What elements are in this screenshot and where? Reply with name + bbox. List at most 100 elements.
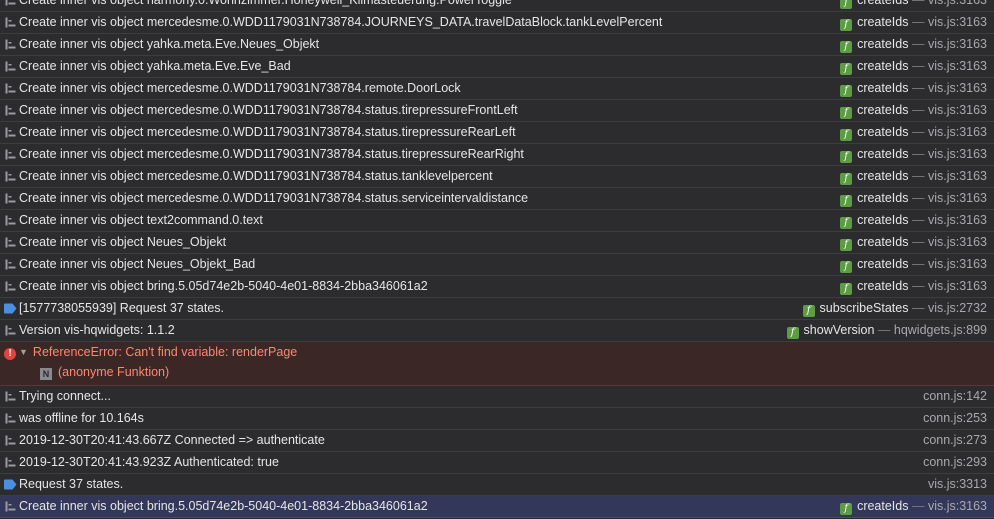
console-log-row[interactable]: Create inner vis object mercedesme.0.WDD…: [0, 144, 994, 166]
console-row-content: Create inner vis object mercedesme.0.WDD…: [0, 166, 994, 187]
log-source[interactable]: f createIds — vis.js:3163: [840, 0, 987, 11]
log-source[interactable]: conn.js:293: [923, 452, 987, 473]
console-log-row[interactable]: Create inner vis object mercedesme.0.WDD…: [0, 122, 994, 144]
console-log-row[interactable]: Version vis-hqwidgets: 1.1.2 f showVersion…: [0, 320, 994, 342]
console-row-content: [1577738055939] Request 37 states. f subsc…: [0, 298, 994, 319]
info-flag-icon: [3, 298, 17, 319]
console-log-row[interactable]: Create inner vis object mercedesme.0.WDD…: [0, 100, 994, 122]
console-log-row[interactable]: 2019-12-30T20:41:43.667Z Connected => au…: [0, 430, 994, 452]
source-link[interactable]: vis.js:3163: [928, 147, 987, 161]
info-flag-icon: [3, 474, 17, 495]
source-link[interactable]: conn.js:253: [923, 411, 987, 425]
log-source[interactable]: f createIds — vis.js:3163: [840, 210, 987, 231]
console-row-content: Create inner vis object mercedesme.0.WDD…: [0, 78, 994, 99]
error-message[interactable]: ▼ ReferenceError: Can't find variable: re…: [19, 342, 297, 363]
console-log-row[interactable]: Create inner vis object Neues_Objekt f cre…: [0, 232, 994, 254]
source-link[interactable]: hqwidgets.js:899: [894, 323, 987, 337]
function-name: createIds: [857, 125, 909, 139]
log-entry-icon: [5, 0, 16, 6]
console-log-row[interactable]: Create inner vis object Neues_Objekt_Bad…: [0, 254, 994, 276]
log-source[interactable]: f createIds — vis.js:3163: [840, 496, 987, 517]
console-log-row[interactable]: Create inner vis object yahka.meta.Eve.N…: [0, 34, 994, 56]
source-link[interactable]: vis.js:3163: [928, 191, 987, 205]
log-source[interactable]: f createIds — vis.js:3163: [840, 166, 987, 187]
console-log-row[interactable]: Create inner vis object harmony.0.Wohnzi…: [0, 0, 994, 12]
log-source[interactable]: f createIds — vis.js:3163: [840, 12, 987, 33]
console-log-row[interactable]: Create inner vis object mercedesme.0.WDD…: [0, 78, 994, 100]
console-log-row[interactable]: Create inner vis object bring.5.05d74e2b…: [0, 496, 994, 518]
console-log-row[interactable]: Create inner vis object text2command.0.t…: [0, 210, 994, 232]
log-entry-icon: [5, 259, 16, 270]
source-separator: —: [874, 323, 894, 337]
source-link[interactable]: vis.js:3163: [928, 257, 987, 271]
stack-frame[interactable]: N (anonyme Funktion): [40, 362, 169, 383]
log-source[interactable]: f createIds — vis.js:3163: [840, 144, 987, 165]
log-source[interactable]: f createIds — vis.js:3163: [840, 254, 987, 275]
source-link[interactable]: conn.js:142: [923, 389, 987, 403]
log-source[interactable]: f showVersion — hqwidgets.js:899: [786, 320, 987, 341]
source-link[interactable]: vis.js:3163: [928, 37, 987, 51]
source-link[interactable]: vis.js:3163: [928, 499, 987, 513]
source-link[interactable]: vis.js:3163: [928, 81, 987, 95]
source-link[interactable]: vis.js:3313: [928, 477, 987, 491]
source-separator: —: [908, 0, 928, 7]
source-link[interactable]: conn.js:293: [923, 455, 987, 469]
log-entry-icon: [5, 193, 16, 204]
log-message: Create inner vis object yahka.meta.Eve.E…: [19, 59, 291, 73]
log-entry-icon: [5, 171, 16, 182]
function-badge-icon: f: [840, 261, 853, 273]
log-message: Create inner vis object Neues_Objekt_Bad: [19, 257, 256, 271]
log-entry-icon: [5, 83, 16, 94]
log-message: Create inner vis object mercedesme.0.WDD…: [19, 191, 529, 205]
console-log-row[interactable]: was offline for 10.164s conn.js:253: [0, 408, 994, 430]
console-log-row[interactable]: Create inner vis object mercedesme.0.WDD…: [0, 166, 994, 188]
log-message: Create inner vis object text2command.0.t…: [19, 213, 263, 227]
source-link[interactable]: conn.js:273: [923, 433, 987, 447]
function-badge-icon: f: [840, 19, 853, 31]
log-source[interactable]: f createIds — vis.js:3163: [840, 100, 987, 121]
console-info-row[interactable]: Request 37 states. vis.js:3313: [0, 474, 994, 496]
console-error-row[interactable]: ! ▼ ReferenceError: Can't find variable: r…: [0, 342, 994, 386]
source-separator: —: [908, 15, 928, 29]
log-source[interactable]: vis.js:3313: [928, 474, 987, 495]
source-link[interactable]: vis.js:3163: [928, 125, 987, 139]
disclosure-triangle-icon[interactable]: ▼: [19, 342, 28, 363]
log-source[interactable]: f createIds — vis.js:3163: [840, 78, 987, 99]
console-log-row[interactable]: Trying connect... conn.js:142: [0, 386, 994, 408]
log-message: 2019-12-30T20:41:43.923Z Authenticated: …: [19, 455, 279, 469]
log-message: Create inner vis object mercedesme.0.WDD…: [19, 15, 663, 29]
log-source[interactable]: f createIds — vis.js:3163: [840, 34, 987, 55]
log-source[interactable]: f createIds — vis.js:3163: [840, 232, 987, 253]
source-link[interactable]: vis.js:3163: [928, 213, 987, 227]
log-entry-icon: [3, 78, 17, 99]
source-link[interactable]: vis.js:3163: [928, 0, 987, 7]
console-log-row[interactable]: 2019-12-30T20:41:43.923Z Authenticated: …: [0, 452, 994, 474]
console-log: Create inner vis object harmony.0.Wohnzi…: [0, 0, 994, 519]
console-log-row[interactable]: Create inner vis object mercedesme.0.WDD…: [0, 188, 994, 210]
log-source[interactable]: conn.js:253: [923, 408, 987, 429]
console-log-row[interactable]: Create inner vis object yahka.meta.Eve.E…: [0, 56, 994, 78]
function-badge-icon: f: [840, 41, 853, 53]
log-entry-icon: [3, 166, 17, 187]
log-entry-icon: [3, 122, 17, 143]
log-entry-icon: [3, 210, 17, 231]
log-source[interactable]: f createIds — vis.js:3163: [840, 56, 987, 77]
source-link[interactable]: vis.js:3163: [928, 279, 987, 293]
source-link[interactable]: vis.js:3163: [928, 59, 987, 73]
log-message: Create inner vis object bring.5.05d74e2b…: [19, 279, 428, 293]
function-badge-icon: f: [840, 151, 853, 163]
source-link[interactable]: vis.js:3163: [928, 235, 987, 249]
log-source[interactable]: conn.js:273: [923, 430, 987, 451]
source-link[interactable]: vis.js:3163: [928, 169, 987, 183]
console-log-row[interactable]: Create inner vis object bring.5.05d74e2b…: [0, 276, 994, 298]
log-source[interactable]: f subscribeStates — vis.js:2732: [802, 298, 987, 319]
console-info-row[interactable]: [1577738055939] Request 37 states. f subsc…: [0, 298, 994, 320]
log-source[interactable]: f createIds — vis.js:3163: [840, 188, 987, 209]
console-log-row[interactable]: Create inner vis object mercedesme.0.WDD…: [0, 12, 994, 34]
log-source[interactable]: f createIds — vis.js:3163: [840, 122, 987, 143]
source-link[interactable]: vis.js:3163: [928, 15, 987, 29]
log-source[interactable]: conn.js:142: [923, 386, 987, 407]
source-link[interactable]: vis.js:2732: [928, 301, 987, 315]
source-link[interactable]: vis.js:3163: [928, 103, 987, 117]
log-source[interactable]: f createIds — vis.js:3163: [840, 276, 987, 297]
